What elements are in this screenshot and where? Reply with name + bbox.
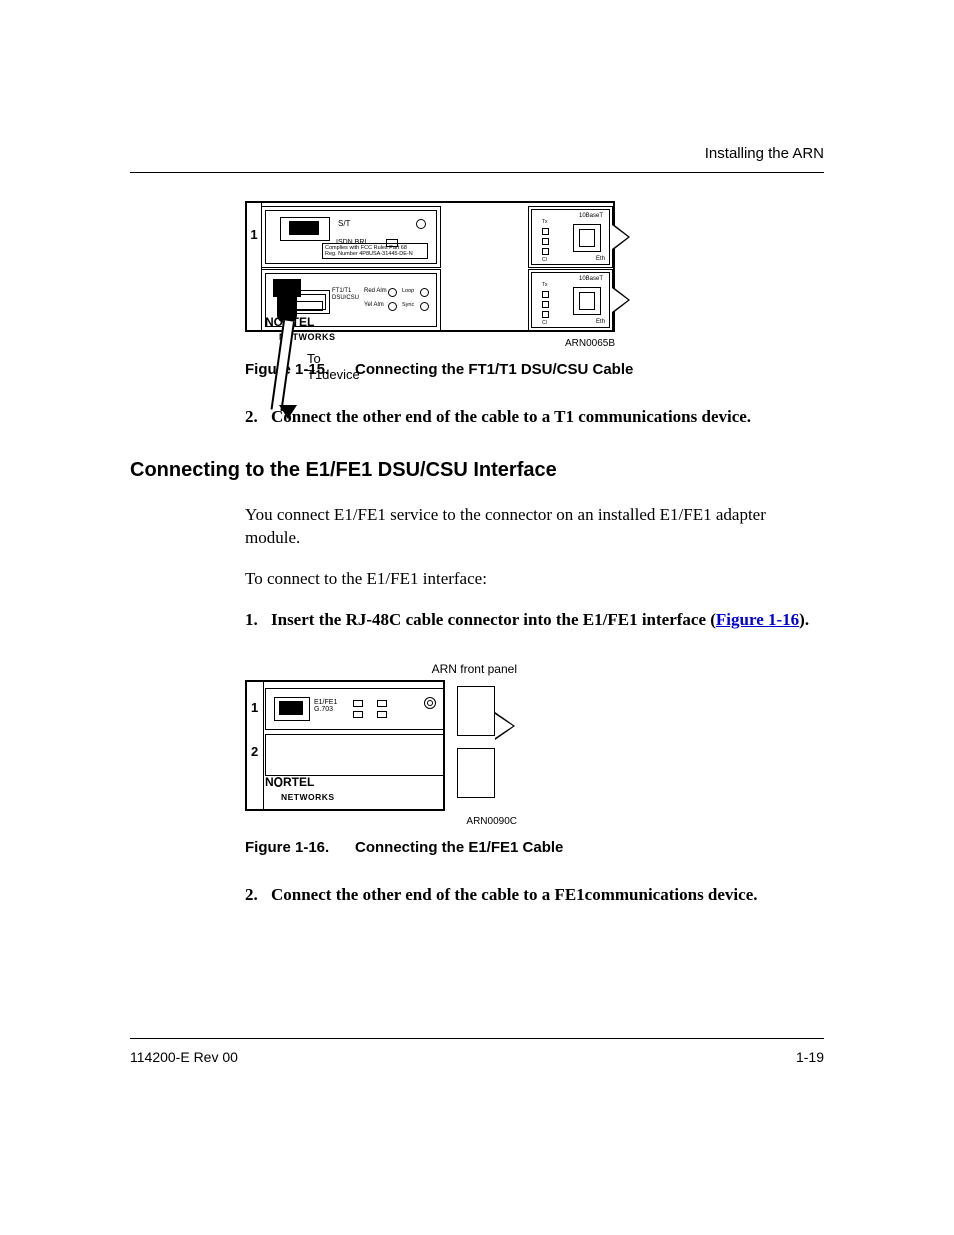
st-port <box>280 217 330 241</box>
page-footer: 114200-E Rev 00 1-19 <box>130 1038 824 1065</box>
rj45-port <box>573 287 601 315</box>
figure-1-15: 1 S/T ISDN BRI Complies with FCC Rules P… <box>245 201 824 378</box>
side-panel <box>457 748 495 798</box>
e1-module: E1/FE1 G.703 <box>265 688 445 730</box>
header-rule <box>130 172 824 173</box>
loop-label: Loop <box>402 288 414 294</box>
fcc-compliance-label: Complies with FCC Rules Part 68 Reg. Num… <box>322 243 428 259</box>
figure-id: ARN0090C <box>245 816 517 827</box>
yel-alm-label: Yel Alm <box>364 302 384 308</box>
arrow-down-icon <box>279 405 297 419</box>
red-alm-label: Red Alm <box>364 288 387 294</box>
device-chassis: 1 2 E1/FE1 G.703 NORTELNETWORKS <box>245 680 445 811</box>
step-2a: 2.Connect the other end of the cable to … <box>245 406 824 429</box>
slot-number-1: 1 <box>251 700 258 715</box>
paragraph-2: To connect to the E1/FE1 interface: <box>245 568 824 591</box>
led-group <box>376 699 388 721</box>
led-icon <box>388 288 397 297</box>
led-icon <box>420 302 429 311</box>
figure-1-16: ARN front panel 1 2 E1/FE1 G.703 <box>245 662 824 856</box>
e1-label: E1/FE1 G.703 <box>314 699 337 714</box>
screw-icon <box>424 697 436 709</box>
led-group <box>352 699 364 721</box>
ft1-label: FT1/T1 DSU/CSU <box>332 288 359 301</box>
doc-id: 114200-E Rev 00 <box>130 1049 238 1065</box>
step-1-text-b: ). <box>799 610 809 629</box>
step-1: 1. Insert the RJ-48C cable connector int… <box>245 609 824 632</box>
slot-number-2: 2 <box>251 744 258 759</box>
eth-label: Eth <box>596 256 605 262</box>
10baset-card-2: 10BaseT Eth Tx Cl <box>528 269 613 331</box>
eth-label: Eth <box>596 319 605 325</box>
figure-1-16-link[interactable]: Figure 1-16 <box>716 610 799 629</box>
cable-illustration <box>265 267 307 397</box>
10baset-card-1: 10BaseT Eth Tx Cl <box>528 206 613 268</box>
to-t1-device-label: To T1device <box>307 351 360 382</box>
figure-1-16-caption: Figure 1-16.Connecting the E1/FE1 Cable <box>245 839 824 856</box>
paragraph-1: You connect E1/FE1 service to the connec… <box>245 504 824 550</box>
10baset-label: 10BaseT <box>579 276 603 282</box>
led-stack: Tx Cl <box>542 283 549 326</box>
section-heading: Connecting to the E1/FE1 DSU/CSU Interfa… <box>130 459 824 482</box>
rj45-port <box>573 224 601 252</box>
slot-number-1: 1 <box>250 227 257 242</box>
empty-slot <box>265 734 445 776</box>
e1-port <box>274 697 310 721</box>
nortel-logo: NORTELNETWORKS <box>265 775 335 803</box>
sync-label: Sync <box>402 302 414 308</box>
running-header: Installing the ARN <box>130 145 824 162</box>
cutaway-arrow-icon <box>612 223 630 251</box>
led-icon <box>388 302 397 311</box>
step-1-text-a: Insert the RJ-48C cable connector into t… <box>271 610 716 629</box>
st-label: S/T <box>338 219 350 228</box>
page-number: 1-19 <box>796 1049 824 1065</box>
10baset-label: 10BaseT <box>579 213 603 219</box>
isdn-module: S/T ISDN BRI Complies with FCC Rules Par… <box>261 206 441 268</box>
cutaway-arrow-icon <box>612 286 630 314</box>
led-icon <box>420 288 429 297</box>
led-stack: Tx Cl <box>542 220 549 263</box>
arn-front-panel-label: ARN front panel <box>245 662 517 676</box>
cutaway-arrow-icon <box>495 712 515 740</box>
led-icon <box>416 219 426 229</box>
step-2b: 2.Connect the other end of the cable to … <box>245 884 824 907</box>
side-panel <box>457 686 495 736</box>
